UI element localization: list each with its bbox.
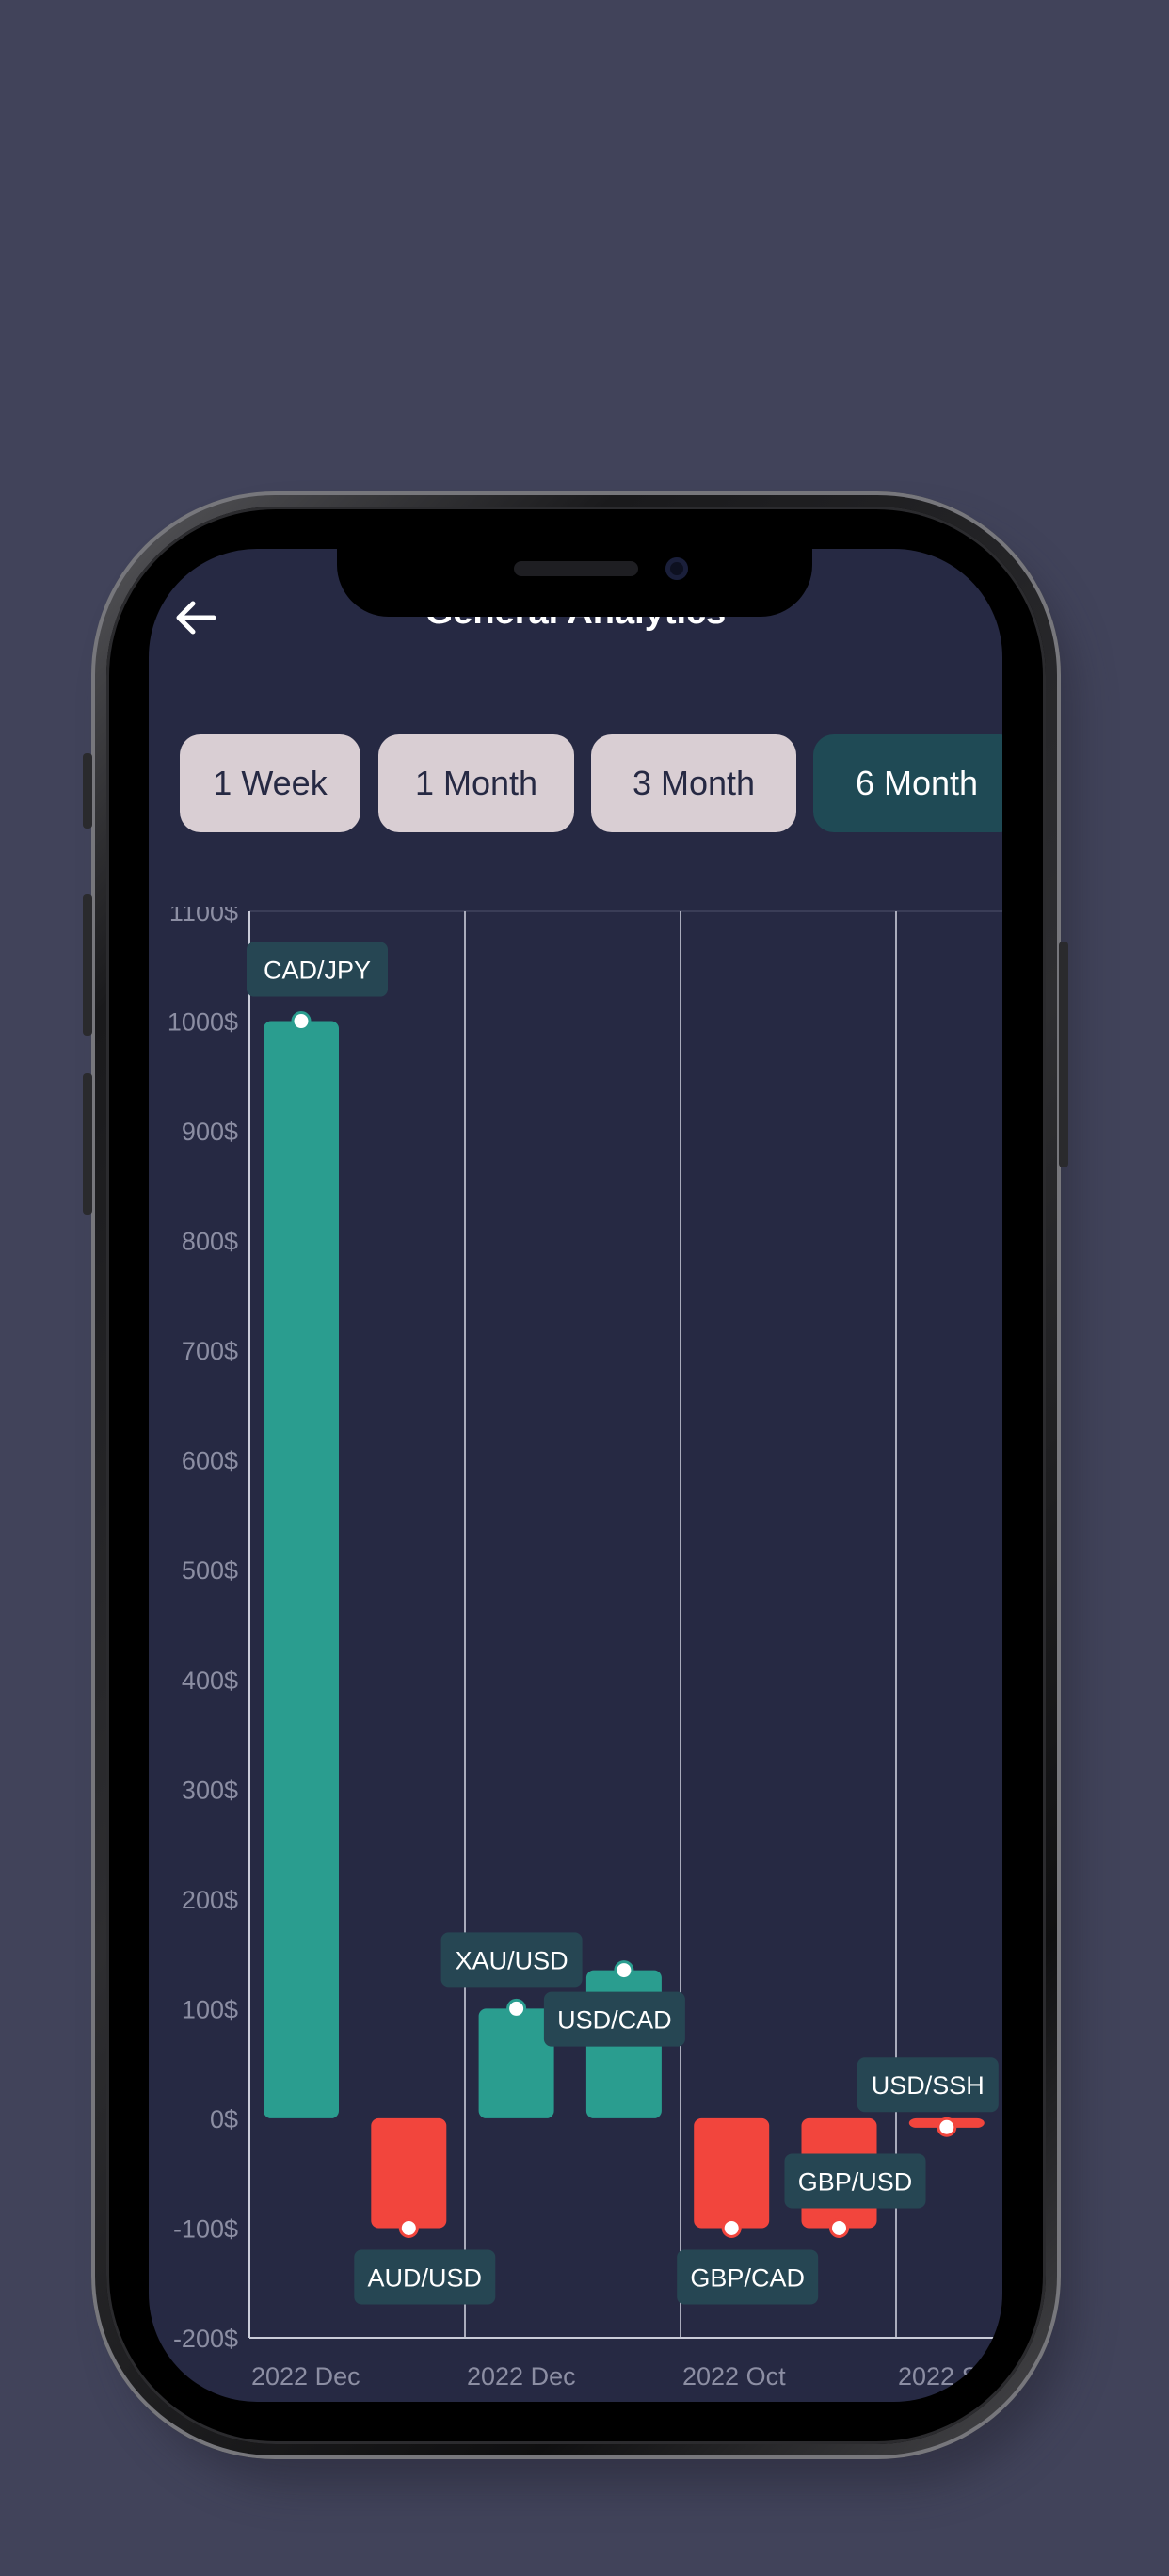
bar-marker [721, 2217, 742, 2238]
y-tick-label: 200$ [182, 1886, 238, 1914]
bar-aud-usd[interactable] [371, 2117, 447, 2229]
front-camera [665, 557, 688, 580]
data-label: AUD/USD [368, 2263, 483, 2292]
bar-gbp-cad[interactable] [694, 2117, 770, 2229]
y-tick-label: 700$ [182, 1337, 238, 1365]
x-tick-label: 2022 Oct [682, 2362, 786, 2391]
bar-marker [506, 1998, 527, 2019]
bar-marker [614, 1960, 634, 1981]
earpiece-speaker [514, 561, 638, 576]
x-tick-label: 2022 Dec [467, 2362, 576, 2391]
y-tick-label: 300$ [182, 1776, 238, 1804]
bar-chart: 1100$ 1000$ 900$ 800$ 700$ 600$ 500$ 400$ 300$ 20… [168, 907, 1002, 2391]
filter-1-week[interactable]: 1 Week [180, 734, 360, 832]
x-tick-label: 2022 S [898, 2362, 979, 2391]
y-tick-label: 1100$ [169, 907, 238, 926]
filter-3-month[interactable]: 3 Month [591, 734, 796, 832]
data-label: GBP/CAD [690, 2263, 805, 2292]
y-tick-label: 500$ [182, 1556, 238, 1585]
bar-marker [398, 2217, 419, 2238]
power-button [1059, 942, 1068, 1167]
y-tick-label: 0$ [210, 2105, 238, 2133]
bar-marker [937, 2117, 957, 2137]
bar-xau-usd[interactable] [478, 2008, 554, 2118]
volume-down-button [83, 1073, 92, 1215]
y-tick-label: -200$ [173, 2325, 238, 2353]
x-tick-label: 2022 Dec [251, 2362, 360, 2391]
y-tick-label: -100$ [173, 2214, 238, 2243]
bar-cad-jpy[interactable] [264, 1021, 339, 2118]
data-label: XAU/USD [456, 1946, 568, 1974]
y-tick-label: 400$ [182, 1666, 238, 1695]
filter-1-month[interactable]: 1 Month [378, 734, 574, 832]
data-label: GBP/USD [798, 2167, 913, 2196]
y-tick-label: 600$ [182, 1447, 238, 1475]
mute-switch [83, 753, 92, 829]
data-label: USD/CAD [557, 2006, 672, 2035]
y-tick-label: 900$ [182, 1118, 238, 1146]
y-tick-label: 1000$ [168, 1008, 238, 1037]
filter-6-month[interactable]: 6 Month [813, 734, 1002, 832]
bar-marker [291, 1011, 312, 1032]
data-label: USD/SSH [872, 2071, 985, 2100]
y-tick-label: 800$ [182, 1228, 238, 1256]
y-tick-label: 100$ [182, 1995, 238, 2023]
volume-up-button [83, 894, 92, 1036]
bar-marker [829, 2217, 849, 2238]
data-label: CAD/JPY [264, 957, 371, 985]
app-screen: General Analytics 1 Week 1 Month 3 Month… [149, 549, 1002, 2402]
